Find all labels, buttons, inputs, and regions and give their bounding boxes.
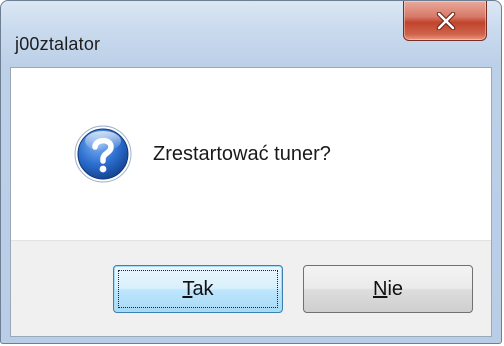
question-icon — [74, 125, 132, 183]
no-button-mnemonic: N — [372, 278, 388, 300]
yes-button[interactable]: Tak — [113, 265, 283, 313]
yes-button-mnemonic: T — [182, 278, 193, 300]
yes-button-label-rest: ak — [192, 278, 214, 300]
close-button[interactable] — [403, 1, 487, 41]
button-bar: Tak Nie — [11, 240, 491, 336]
no-button-label: Nie — [304, 278, 472, 300]
dialog-message: Zrestartować tuner? — [153, 143, 331, 165]
title-bar[interactable]: j00ztalator — [1, 1, 501, 67]
close-icon — [436, 12, 456, 30]
yes-button-label: Tak — [114, 278, 282, 300]
dialog-client-area: Zrestartować tuner? Tak Nie — [10, 67, 492, 337]
no-button-label-rest: ie — [387, 278, 404, 300]
dialog-window: j00ztalator Zrestartować tuner? Tak Nie — [0, 0, 502, 344]
no-button[interactable]: Nie — [303, 265, 473, 313]
window-title: j00ztalator — [15, 34, 101, 54]
message-area: Zrestartować tuner? — [11, 68, 491, 240]
